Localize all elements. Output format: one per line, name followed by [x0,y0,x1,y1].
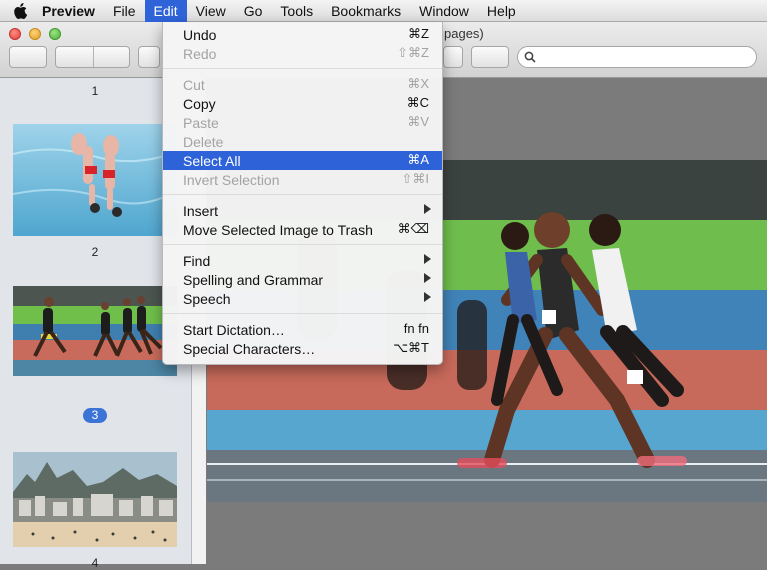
shortcut-label: ⌘X [407,76,429,91]
menu-item-label: Move Selected Image to Trash [183,221,373,238]
menu-item-start-dictation[interactable]: Start Dictation… fn fn [163,320,442,339]
thumbnail-label: 4 [91,556,99,570]
search-input[interactable] [542,49,746,67]
shortcut-label: ⌘Z [408,26,429,41]
shortcut-label: ⌘⌫ [397,221,429,236]
menu-preview[interactable]: Preview [40,0,104,22]
menu-edit[interactable]: Edit [144,0,187,22]
shortcut-label: ⇧⌘I [401,171,429,186]
menu-file[interactable]: File [104,0,145,22]
shortcut-label: fn fn [403,321,429,336]
menu-view[interactable]: View [187,0,235,22]
submenu-arrow-icon [424,273,431,283]
close-window-button[interactable] [9,28,21,40]
selected-page-badge: 3 [83,408,107,423]
shortcut-label: ⌘C [406,95,429,110]
minimize-window-button[interactable] [29,28,41,40]
menu-bookmarks[interactable]: Bookmarks [322,0,410,22]
markup-toolbar-button[interactable] [443,46,463,68]
thumbnail-page-2[interactable] [13,124,177,236]
thumbnail-page-4[interactable] [13,452,177,547]
menu-go[interactable]: Go [235,0,272,22]
share-button[interactable] [138,46,160,68]
menu-separator [163,313,442,314]
menu-item-label: Delete [183,133,224,150]
zoom-segmented-control[interactable] [55,46,130,68]
menu-item-paste[interactable]: Paste ⌘V [163,113,442,132]
menu-item-cut[interactable]: Cut ⌘X [163,75,442,94]
menu-item-invert-selection[interactable]: Invert Selection ⇧⌘I [163,170,442,189]
search-field[interactable] [517,46,757,68]
menu-item-label: Start Dictation… [183,321,285,338]
menu-item-redo[interactable]: Redo ⇧⌘Z [163,44,442,63]
menu-tools[interactable]: Tools [271,0,322,22]
rotate-button[interactable] [471,46,509,68]
menu-item-label: Find [183,252,211,269]
shortcut-label: ⌘V [407,114,429,129]
menu-item-copy[interactable]: Copy ⌘C [163,94,442,113]
menu-separator [163,244,442,245]
thumbnail-page-3[interactable] [13,286,177,376]
menu-item-undo[interactable]: Undo ⌘Z [163,25,442,44]
menu-item-label: Select All [183,152,241,169]
menu-item-spelling-and-grammar[interactable]: Spelling and Grammar [163,270,442,289]
menu-separator [163,68,442,69]
submenu-arrow-icon [424,204,431,214]
sidebar-view-button[interactable] [9,46,47,68]
apple-menu-icon[interactable] [0,0,40,22]
menu-item-label: Speech [183,290,231,307]
search-icon [524,51,536,63]
window-title: pages) [444,26,484,41]
submenu-arrow-icon [424,254,431,264]
menu-item-select-all[interactable]: Select All ⌘A [163,151,442,170]
menu-item-label: Copy [183,95,216,112]
menu-item-delete[interactable]: Delete [163,132,442,151]
menu-item-label: Paste [183,114,219,131]
zoom-window-button[interactable] [49,28,61,40]
menu-item-find[interactable]: Find [163,251,442,270]
thumbnail-label: 1 [91,84,99,98]
menu-separator [163,194,442,195]
edit-menu: Undo ⌘Z Redo ⇧⌘Z Cut ⌘X Copy ⌘C Paste ⌘V… [162,22,443,365]
menu-item-special-characters[interactable]: Special Characters… ⌥⌘T [163,339,442,358]
menu-item-label: Undo [183,26,217,43]
menu-item-move-to-trash[interactable]: Move Selected Image to Trash ⌘⌫ [163,220,442,239]
shortcut-label: ⌘A [407,152,429,167]
menu-help[interactable]: Help [478,0,525,22]
menu-item-label: Redo [183,45,217,62]
menu-item-label: Special Characters… [183,340,316,357]
menu-window[interactable]: Window [410,0,478,22]
menu-item-insert[interactable]: Insert [163,201,442,220]
thumbnail-label: 2 [91,245,99,259]
menu-item-label: Cut [183,76,205,93]
menu-item-speech[interactable]: Speech [163,289,442,308]
menu-item-label: Spelling and Grammar [183,271,324,288]
shortcut-label: ⇧⌘Z [397,45,429,60]
submenu-arrow-icon [424,292,431,302]
menu-bar: Preview File Edit View Go Tools Bookmark… [0,0,767,22]
menu-item-label: Insert [183,202,219,219]
shortcut-label: ⌥⌘T [393,340,429,355]
menu-item-label: Invert Selection [183,171,280,188]
